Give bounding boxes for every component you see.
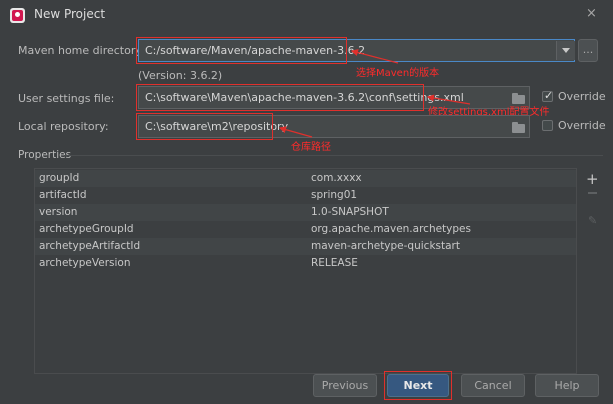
properties-table[interactable]: groupId com.xxxx artifactId spring01 ver… <box>34 168 577 374</box>
property-key: archetypeArtifactId <box>39 240 141 252</box>
property-value: com.xxxx <box>311 172 362 184</box>
table-row[interactable]: archetypeArtifactId maven-archetype-quic… <box>35 238 576 255</box>
cancel-button[interactable]: Cancel <box>461 374 525 397</box>
property-key: archetypeGroupId <box>39 223 134 235</box>
property-value: org.apache.maven.archetypes <box>311 223 471 235</box>
table-row[interactable]: archetypeGroupId org.apache.maven.archet… <box>35 221 576 238</box>
property-key: groupId <box>39 172 80 184</box>
property-key: archetypeVersion <box>39 257 131 269</box>
edit-property-icon[interactable]: ✎ <box>588 214 597 227</box>
table-row[interactable]: archetypeVersion RELEASE <box>35 255 576 272</box>
next-button-highlight <box>384 371 452 400</box>
table-row[interactable]: groupId com.xxxx <box>35 170 576 187</box>
property-value: 1.0-SNAPSHOT <box>311 206 389 218</box>
previous-button[interactable]: Previous <box>313 374 377 397</box>
table-row[interactable]: version 1.0-SNAPSHOT <box>35 204 576 221</box>
property-value: RELEASE <box>311 257 358 269</box>
table-row[interactable]: artifactId spring01 <box>35 187 576 204</box>
property-key: version <box>39 206 78 218</box>
help-button[interactable]: Help <box>535 374 599 397</box>
property-key: artifactId <box>39 189 87 201</box>
remove-property-icon[interactable] <box>588 192 597 194</box>
property-value: spring01 <box>311 189 358 201</box>
property-value: maven-archetype-quickstart <box>311 240 460 252</box>
add-property-icon[interactable]: + <box>586 170 599 188</box>
section-divider <box>64 155 603 156</box>
